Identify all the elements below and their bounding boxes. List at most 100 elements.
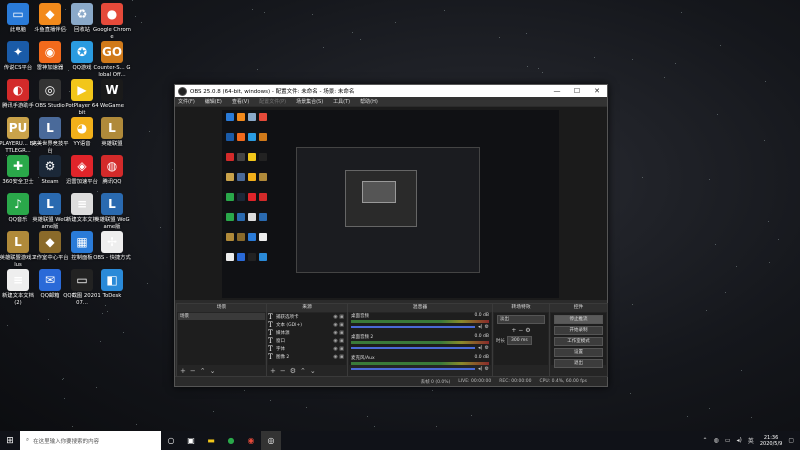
app-icon: ◈ <box>71 155 93 177</box>
app-icon: ● <box>101 3 123 25</box>
desktop-icon[interactable]: ✢ OBS - 快捷方式 <box>93 231 131 262</box>
speaker-icon[interactable]: ◂) <box>478 345 482 351</box>
move-down-icon[interactable]: ⌄ <box>310 367 316 375</box>
chrome-taskbar-icon[interactable]: ◉ <box>241 431 261 450</box>
desktop-icon[interactable]: L 英雄联盟 WeGame版 <box>93 193 131 230</box>
minimize-button[interactable]: — <box>547 85 567 97</box>
obs-taskbar-icon[interactable]: ◎ <box>261 431 281 450</box>
start-recording-button[interactable]: 开始录制 <box>554 326 603 335</box>
add-source-icon[interactable]: + <box>270 367 276 375</box>
volume-slider[interactable] <box>351 326 476 328</box>
taskbar-search[interactable]: ⌕ 在这里输入你要搜索的内容 <box>20 431 161 450</box>
obs-titlebar[interactable]: OBS 25.0.8 (64-bit, windows) - 配置文件: 未命名… <box>175 85 607 97</box>
volume-slider[interactable] <box>351 368 476 370</box>
notification-icon[interactable]: ▢ <box>788 437 794 444</box>
task-view-icon[interactable]: ▣ <box>181 431 201 450</box>
source-item[interactable]: T 文本 (GDI+) ◉ ▣ <box>268 321 346 329</box>
app-icon: L <box>7 231 29 253</box>
remove-transition-icon[interactable]: − <box>518 327 523 334</box>
obs-preview[interactable] <box>175 107 607 300</box>
source-item[interactable]: T 媒体源 ◉ ▣ <box>268 329 346 337</box>
preview-canvas[interactable] <box>222 110 559 298</box>
preview-icon <box>259 253 267 261</box>
menu-file[interactable]: 文件(F) <box>178 98 195 105</box>
speaker-icon[interactable]: ◂) <box>478 366 482 372</box>
volume-slider[interactable] <box>351 347 476 349</box>
menu-profile[interactable]: 配置文件(P) <box>259 98 286 105</box>
move-up-icon[interactable]: ⌃ <box>200 367 206 375</box>
sources-dock-title: 来源 <box>267 304 347 312</box>
source-item[interactable]: T 字体 ◉ ▣ <box>268 345 346 353</box>
show-hidden-icon[interactable]: ⌃ <box>703 437 708 444</box>
text-source-icon: T <box>268 321 273 329</box>
move-down-icon[interactable]: ⌄ <box>210 367 216 375</box>
desktop-icon[interactable]: L 英雄联盟 <box>93 117 131 148</box>
duration-input[interactable]: 300 ms <box>507 336 532 345</box>
source-settings-icon[interactable]: ⚙ <box>290 367 296 375</box>
360-taskbar-icon[interactable]: ● <box>221 431 241 450</box>
text-source-icon: T <box>268 345 273 353</box>
clock[interactable]: 21:36 2020/5/9 <box>760 435 782 447</box>
menu-view[interactable]: 查看(V) <box>232 98 249 105</box>
menu-scene-collection[interactable]: 场景集合(S) <box>296 98 323 105</box>
desktop-icon[interactable]: ◧ ToDesk <box>93 269 131 300</box>
visibility-icon[interactable]: ◉ ▣ <box>333 314 344 320</box>
preview-icon <box>237 233 245 241</box>
cortana-icon[interactable]: ○ <box>161 431 181 450</box>
app-icon: ◧ <box>101 269 123 291</box>
source-label: 窗口 <box>276 339 285 344</box>
source-item[interactable]: T 窗口 ◉ ▣ <box>268 337 346 345</box>
add-transition-icon[interactable]: + <box>511 327 516 334</box>
app-icon: ⚙ <box>39 155 61 177</box>
transition-settings-icon[interactable]: ⚙ <box>525 327 530 334</box>
visibility-icon[interactable]: ◉ ▣ <box>333 330 344 336</box>
channel-settings-icon[interactable]: ⚙ <box>485 324 489 330</box>
app-icon: L <box>101 193 123 215</box>
menu-help[interactable]: 帮助(H) <box>360 98 378 105</box>
channel-settings-icon[interactable]: ⚙ <box>485 366 489 372</box>
visibility-icon[interactable]: ◉ ▣ <box>333 354 344 360</box>
app-icon: ◕ <box>71 117 93 139</box>
preview-icon <box>226 133 234 141</box>
rec-status: REC: 00:00:00 <box>499 379 532 384</box>
add-scene-icon[interactable]: + <box>180 367 186 375</box>
visibility-icon[interactable]: ◉ ▣ <box>333 346 344 352</box>
menu-tools[interactable]: 工具(T) <box>333 98 350 105</box>
channel-settings-icon[interactable]: ⚙ <box>485 345 489 351</box>
channel-db: 0.0 dB <box>474 313 489 318</box>
obs-window[interactable]: OBS 25.0.8 (64-bit, windows) - 配置文件: 未命名… <box>174 84 608 387</box>
nested-preview <box>296 147 480 273</box>
sources-list[interactable]: T 捕获选项卡 ◉ ▣ T 文本 (GDI+) ◉ ▣ T 媒体源 ◉ ▣ T 窗口 ◉ ▣ T 字体 ◉ … <box>268 313 346 365</box>
desktop-icon[interactable]: W WeGame <box>93 79 131 110</box>
network-icon[interactable]: ▭ <box>725 437 731 444</box>
visibility-icon[interactable]: ◉ ▣ <box>333 322 344 328</box>
speaker-icon[interactable]: ◂) <box>478 324 482 330</box>
controls-dock-title: 控件 <box>550 304 607 312</box>
remove-source-icon[interactable]: − <box>280 367 286 375</box>
menu-edit[interactable]: 编辑(E) <box>205 98 222 105</box>
source-item[interactable]: T 图像 2 ◉ ▣ <box>268 353 346 361</box>
app-icon: ◆ <box>39 3 61 25</box>
desktop-icon[interactable]: ◍ 腾讯QQ <box>93 155 131 186</box>
visibility-icon[interactable]: ◉ ▣ <box>333 338 344 344</box>
close-button[interactable]: ✕ <box>587 85 607 97</box>
obs-window-title: OBS 25.0.8 (64-bit, windows) - 配置文件: 未命名… <box>190 89 355 95</box>
input-lang[interactable]: 英 <box>748 436 754 445</box>
file-explorer-icon[interactable]: ▬ <box>201 431 221 450</box>
desktop-icon[interactable]: ● Google Chrome <box>93 3 131 40</box>
scenes-list[interactable]: 场景 <box>178 313 265 365</box>
exit-button[interactable]: 退出 <box>554 359 603 368</box>
scene-item[interactable]: 场景 <box>178 313 265 320</box>
move-up-icon[interactable]: ⌃ <box>300 367 306 375</box>
transition-select[interactable]: 淡出 <box>497 315 545 324</box>
source-item[interactable]: T 捕获选项卡 ◉ ▣ <box>268 313 346 321</box>
qq-tray-icon[interactable]: ◍ <box>714 437 719 444</box>
volume-icon[interactable]: ◂) <box>736 437 741 444</box>
settings-button[interactable]: 设置 <box>554 348 603 357</box>
desktop-icon[interactable]: GO Counter-S... Global Off... <box>93 41 131 78</box>
maximize-button[interactable]: ☐ <box>567 85 587 97</box>
remove-scene-icon[interactable]: − <box>190 367 196 375</box>
stop-streaming-button[interactable]: 停止推流 <box>554 315 603 324</box>
studio-mode-button[interactable]: 工作室模式 <box>554 337 603 346</box>
windows-start-icon[interactable]: ⊞ <box>0 436 20 446</box>
